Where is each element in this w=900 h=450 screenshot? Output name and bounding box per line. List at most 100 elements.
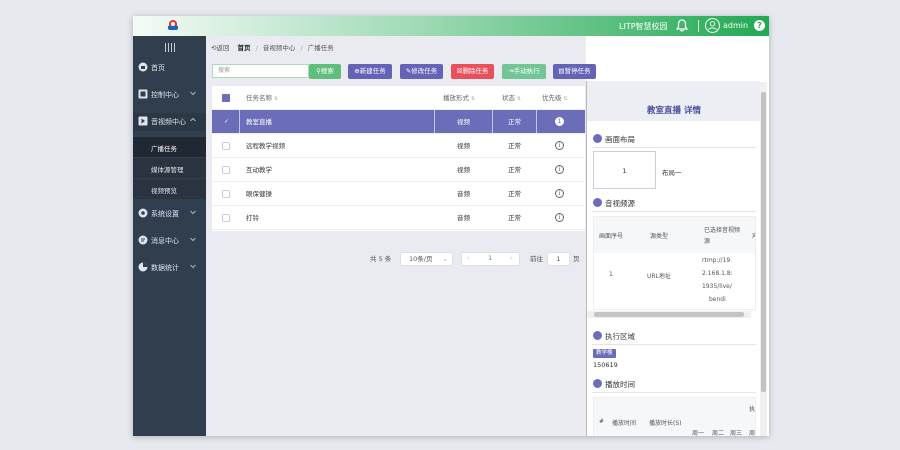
av-index: 1: [609, 271, 613, 278]
delete-task-button[interactable]: ☒删除任务: [451, 64, 494, 79]
column-header-status[interactable]: 状态 ⇅: [502, 86, 521, 110]
layout-name: 布局一: [662, 169, 682, 177]
avatar[interactable]: [705, 18, 720, 33]
sidebar-subitem-label: 广播任务: [151, 145, 177, 153]
sidebar-item-label: 首页: [151, 64, 165, 72]
manual-run-button[interactable]: ⇥手动执行: [502, 64, 546, 79]
av-source-table: 画面序号 源类型 已选择音视频源 声 1 URL地址 rtmp://19 2.1…: [593, 216, 756, 310]
chevron-down-icon: [190, 91, 196, 96]
task-mode: 音频: [457, 214, 470, 222]
search-placeholder: 搜索: [218, 67, 231, 74]
back-link[interactable]: ⟲返回: [211, 44, 232, 52]
table-row[interactable]: 打铃 音频 正常 i: [212, 206, 585, 230]
chevron-up-icon: [190, 117, 196, 122]
goto-page-input[interactable]: 1: [547, 252, 570, 266]
av-section-title: 音视频源: [593, 198, 635, 209]
breadcrumb-center[interactable]: 音视频中心: [263, 44, 296, 52]
breadcrumb-home[interactable]: 首页: [238, 44, 251, 52]
user-name[interactable]: admin: [723, 21, 748, 30]
sort-icon: ⇅: [563, 96, 568, 102]
pause-task-button[interactable]: ▤暂停任务: [553, 64, 596, 79]
info-icon[interactable]: i: [555, 213, 564, 222]
chevron-down-icon: [190, 237, 196, 242]
goto-label: 前往: [530, 255, 543, 263]
chart-icon: [138, 262, 148, 272]
search-button[interactable]: ⚲搜索: [309, 64, 341, 79]
layout-preview[interactable]: 1: [593, 151, 656, 189]
info-icon[interactable]: i: [555, 165, 564, 174]
task-status: 正常: [508, 190, 521, 198]
page-size-select[interactable]: 10条/页 ⌄: [400, 252, 453, 266]
column-header-priority[interactable]: 优先级 ⇅: [542, 86, 568, 110]
sidebar-item-label: 数据统计: [151, 264, 179, 272]
media-icon: [138, 116, 148, 126]
section-divider: [592, 344, 756, 345]
sidebar-subitem-media-source[interactable]: 媒体源管理: [133, 158, 206, 178]
row-checkbox[interactable]: [222, 166, 230, 174]
row-checkbox[interactable]: [222, 214, 230, 222]
row-checkbox[interactable]: [222, 142, 230, 150]
table-row[interactable]: 远程教学视频 视频 正常 i: [212, 134, 585, 158]
check-icon: ✓: [224, 118, 230, 125]
section-divider: [592, 211, 756, 212]
sidebar-item-messages[interactable]: 消息中心: [133, 232, 206, 250]
sort-icon: ⇅: [274, 96, 279, 102]
sidebar-item-statistics[interactable]: 数据统计: [133, 259, 206, 277]
sidebar-toggle-icon[interactable]: [133, 42, 206, 54]
area-icon: [593, 331, 602, 340]
sort-icon: ⇅: [471, 96, 476, 102]
school-logo-icon[interactable]: [168, 20, 178, 30]
breadcrumb-current: 广播任务: [307, 44, 334, 52]
task-mode: 音频: [457, 190, 470, 198]
sidebar: 首页 控制中心 音视频中心 广播任务 媒体源管理 视频预览 系统设置 消息中心: [133, 36, 206, 436]
next-page-icon[interactable]: ›: [510, 254, 513, 262]
control-icon: [138, 89, 148, 99]
search-input[interactable]: 搜索: [212, 64, 309, 78]
table-row[interactable]: 眼保健操 音频 正常 i: [212, 182, 585, 206]
av-source-icon: [593, 198, 602, 207]
info-icon[interactable]: i: [555, 189, 564, 198]
select-all-checkbox[interactable]: [222, 94, 230, 102]
sidebar-subitem-label: 视频预览: [151, 187, 177, 195]
chevron-down-icon: ⌄: [442, 255, 448, 263]
task-table: 任务名称 ⇅ 播放形式 ⇅ 状态 ⇅ 优先级 ⇅ ✓ 教室直播 视频 正常 1 远程教学…: [212, 86, 585, 231]
sidebar-subitem-video-preview[interactable]: 视频预览: [133, 179, 206, 199]
page-navigator: ‹ 1 ›: [461, 252, 520, 266]
task-mode: 视频: [457, 118, 470, 126]
breadcrumb-separator: /: [255, 44, 258, 52]
task-status: 正常: [508, 166, 521, 174]
message-icon: [138, 235, 148, 245]
vertical-scrollbar[interactable]: [760, 82, 767, 436]
sidebar-item-control[interactable]: 控制中心: [133, 86, 206, 104]
table-header: 任务名称 ⇅ 播放形式 ⇅ 状态 ⇅ 优先级 ⇅: [212, 86, 585, 110]
sidebar-item-label: 消息中心: [151, 237, 179, 245]
column-header-name[interactable]: 任务名称 ⇅: [246, 86, 278, 110]
av-source-line: 2.168.1.8:: [702, 270, 733, 277]
bell-icon[interactable]: [676, 19, 688, 32]
sidebar-item-label: 音视频中心: [151, 118, 186, 126]
task-name: 互动教学: [246, 166, 272, 174]
row-checkbox[interactable]: [222, 190, 230, 198]
column-header-mode[interactable]: 播放形式 ⇅: [443, 86, 475, 110]
sidebar-item-media-center[interactable]: 音视频中心: [133, 113, 206, 131]
sidebar-subitem-label: 媒体源管理: [151, 166, 184, 174]
task-status: 正常: [508, 214, 521, 222]
table-row[interactable]: ✓ 教室直播 视频 正常 1: [212, 110, 585, 134]
settings-icon: [138, 208, 148, 218]
page-unit: 页: [573, 255, 580, 263]
task-status: 正常: [508, 142, 521, 150]
sidebar-item-home[interactable]: 首页: [133, 59, 206, 77]
app-window: LITP智慧校园 admin ? 首页 控制中心 音视频中心 广播任务 媒体源管…: [133, 16, 769, 436]
help-icon[interactable]: ?: [754, 20, 765, 31]
horizontal-scrollbar[interactable]: [587, 311, 751, 318]
info-icon[interactable]: i: [555, 141, 564, 150]
top-bar: LITP智慧校园 admin ?: [133, 16, 769, 36]
page-number[interactable]: 1: [488, 254, 492, 262]
edit-task-button[interactable]: ✎修改任务: [400, 64, 443, 79]
sidebar-subitem-broadcast[interactable]: 广播任务: [133, 137, 206, 157]
sidebar-item-settings[interactable]: 系统设置: [133, 205, 206, 223]
prev-page-icon[interactable]: ‹: [467, 254, 470, 262]
table-row[interactable]: 互动教学 视频 正常 i: [212, 158, 585, 182]
row-checkbox[interactable]: ✓: [222, 118, 230, 126]
new-task-button[interactable]: ⊕新建任务: [348, 64, 392, 79]
